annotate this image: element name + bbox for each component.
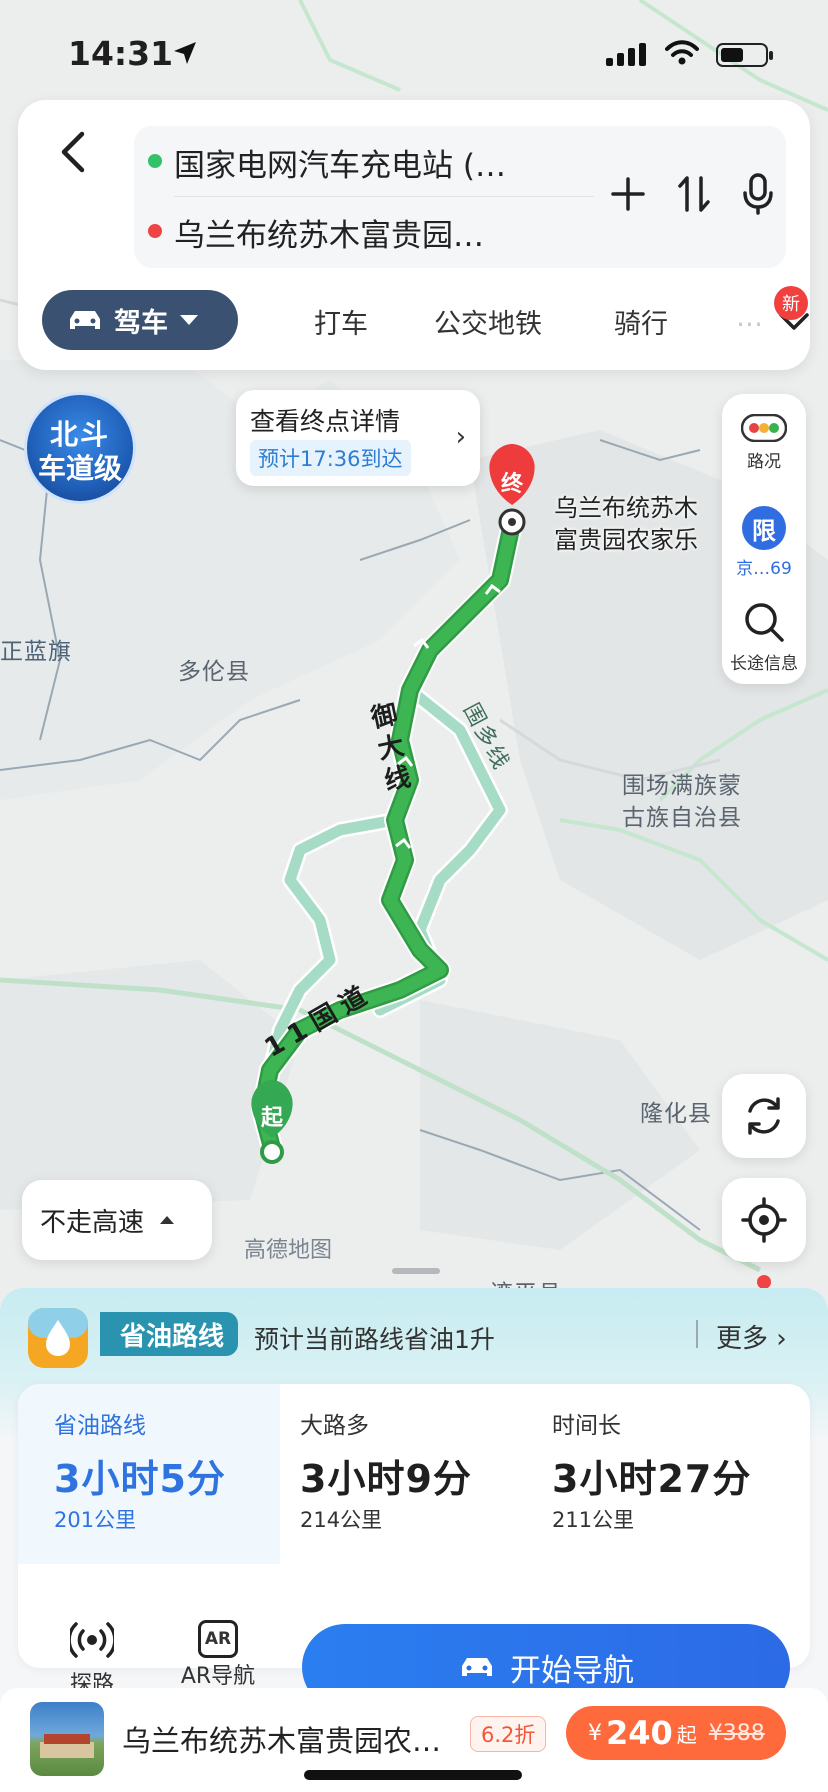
transport-mode-tabs: 驾车 打车 公交地铁 骑行 … (42, 290, 809, 350)
back-icon[interactable] (48, 124, 98, 180)
destination-input[interactable]: 乌兰布统苏木富贵园… (174, 210, 484, 255)
tab-taxi[interactable]: 打车 (314, 302, 368, 341)
refresh-route-button[interactable] (722, 1074, 806, 1158)
map-label-weichang: 围场满族蒙 古族自治县 (622, 773, 742, 831)
car-icon (70, 311, 100, 329)
map-tools-panel: 路况 限 京…69 长途信息 (722, 394, 806, 684)
refresh-icon (748, 1097, 780, 1135)
route-option-time: 3小时27分 (552, 1457, 752, 1501)
start-navigation-label: 开始导航 (510, 1652, 634, 1689)
ar-icon: AR (198, 1620, 238, 1658)
plus-icon (611, 177, 645, 211)
route-option-time: 3小时9分 (300, 1457, 472, 1501)
radar-icon (67, 1622, 117, 1658)
destination-dot-icon (148, 224, 162, 238)
eco-route-banner[interactable]: 省油路线 预计当前路线省油1升 更多 › (22, 1296, 812, 1370)
locate-button[interactable] (722, 1178, 806, 1262)
route-summary-panel: 省油路线 预计当前路线省油1升 更多 › 省油路线 3小时5分 201公里 大路… (0, 1288, 828, 1792)
ar-navigation-label: AR导航 (180, 1664, 256, 1689)
car-icon (462, 1658, 492, 1676)
traffic-button[interactable]: 路况 (722, 413, 806, 472)
swap-button[interactable] (670, 166, 718, 222)
more-label: 更多 (716, 1324, 769, 1354)
destination-marker[interactable]: 终 (498, 466, 526, 498)
destination-details-title: 查看终点详情 (250, 407, 401, 436)
price-button[interactable]: ¥ 240 起 ¥388 (566, 1706, 786, 1760)
map-label-zhenglan: 正蓝旗 (0, 639, 72, 665)
route-option-distance: 201公里 (54, 1508, 137, 1532)
long-trip-info-label: 长途信息 (730, 654, 798, 674)
long-trip-info-button[interactable]: 长途信息 (722, 600, 806, 674)
map-label-longhua: 隆化县 (640, 1101, 712, 1127)
crosshair-icon (741, 1197, 787, 1243)
divider (696, 1320, 698, 1348)
destination-details-tooltip[interactable]: 查看终点详情 预计17:36到达 › (236, 390, 480, 486)
route-options-card: 省油路线 3小时5分 201公里 大路多 3小时9分 214公里 时间长 3小时… (18, 1384, 810, 1710)
divider (174, 196, 594, 197)
route-option-time: 3小时5分 (54, 1457, 226, 1501)
traffic-label: 路况 (747, 452, 781, 472)
route-option-name: 时间长 (552, 1413, 621, 1439)
original-price: ¥388 (708, 1720, 765, 1746)
tab-more[interactable]: … (736, 302, 763, 333)
route-option-name: 大路多 (300, 1413, 369, 1439)
restriction-icon: 限 (742, 506, 786, 550)
eta-badge: 预计17:36到达 (250, 440, 411, 476)
hotel-name: 乌兰布统苏木富贵园农… (122, 1724, 442, 1758)
route-option-distance: 211公里 (552, 1508, 635, 1532)
tab-drive[interactable]: 驾车 (42, 290, 238, 350)
price-value: 240 (606, 1714, 673, 1752)
battery-icon (716, 43, 773, 67)
add-waypoint-button[interactable] (604, 166, 652, 222)
tab-transit[interactable]: 公交地铁 (434, 302, 542, 341)
tab-drive-label: 驾车 (114, 307, 168, 339)
search-icon (745, 603, 784, 642)
destination-map-label: 乌兰布统苏木 富贵园农家乐 (554, 494, 698, 554)
cellular-signal-icon (606, 43, 646, 66)
chevron-right-icon: › (455, 422, 466, 452)
microphone-icon (743, 173, 773, 215)
caret-up-icon (160, 1216, 175, 1224)
route-option-1[interactable]: 省油路线 3小时5分 201公里 (18, 1384, 280, 1564)
route-option-distance: 214公里 (300, 1508, 383, 1532)
eco-route-text: 预计当前路线省油1升 (254, 1325, 495, 1354)
route-preference-button[interactable]: 不走高速 (22, 1180, 212, 1260)
beidou-line2: 车道级 (37, 452, 122, 485)
panel-drag-handle[interactable] (392, 1268, 440, 1274)
status-bar: 14:31 (0, 0, 828, 100)
beidou-lane-level-badge[interactable]: 北斗 车道级 (24, 392, 136, 504)
hotel-thumbnail (30, 1702, 104, 1776)
voice-button[interactable] (734, 166, 782, 222)
route-preference-label: 不走高速 (40, 1207, 145, 1238)
restriction-label: 京…69 (736, 559, 792, 579)
route-planner-card: 国家电网汽车充电站 (… 乌兰布统苏木富贵园… 驾车 打车 公交地铁 骑行 … … (18, 100, 810, 370)
route-option-3[interactable]: 时间长 3小时27分 211公里 (532, 1384, 802, 1564)
route-input-box: 国家电网汽车充电站 (… 乌兰布统苏木富贵园… (134, 126, 786, 268)
fuel-drop-icon (28, 1308, 88, 1368)
price-suffix: 起 (676, 1722, 697, 1747)
new-badge: 新 (774, 286, 808, 320)
origin-marker[interactable]: 起 (258, 1100, 286, 1132)
location-arrow-icon (174, 42, 196, 64)
restriction-button[interactable]: 限 京…69 (722, 506, 806, 579)
tab-cycling[interactable]: 骑行 (614, 302, 668, 341)
origin-input[interactable]: 国家电网汽车充电站 (… (174, 140, 506, 185)
wifi-icon (665, 40, 699, 65)
ar-navigation-button[interactable]: AR AR导航 (168, 1620, 268, 1690)
origin-dot-icon (148, 154, 162, 168)
more-button[interactable]: 更多 › (716, 1318, 787, 1355)
eco-route-tag: 省油路线 (100, 1312, 239, 1356)
explore-button[interactable]: 探路 (42, 1620, 142, 1698)
caret-down-icon (180, 315, 198, 325)
map-label-duolun: 多伦县 (178, 659, 250, 685)
traffic-light-icon (740, 413, 788, 443)
status-time: 14:31 (68, 34, 174, 73)
amap-watermark: 高德地图 (244, 1238, 333, 1263)
route-option-2[interactable]: 大路多 3小时9分 214公里 (280, 1384, 530, 1564)
swap-icon (678, 176, 710, 212)
discount-badge: 6.2折 (470, 1716, 547, 1752)
price-currency: ¥ (588, 1720, 602, 1746)
home-indicator (304, 1770, 522, 1780)
route-option-name: 省油路线 (54, 1413, 146, 1439)
